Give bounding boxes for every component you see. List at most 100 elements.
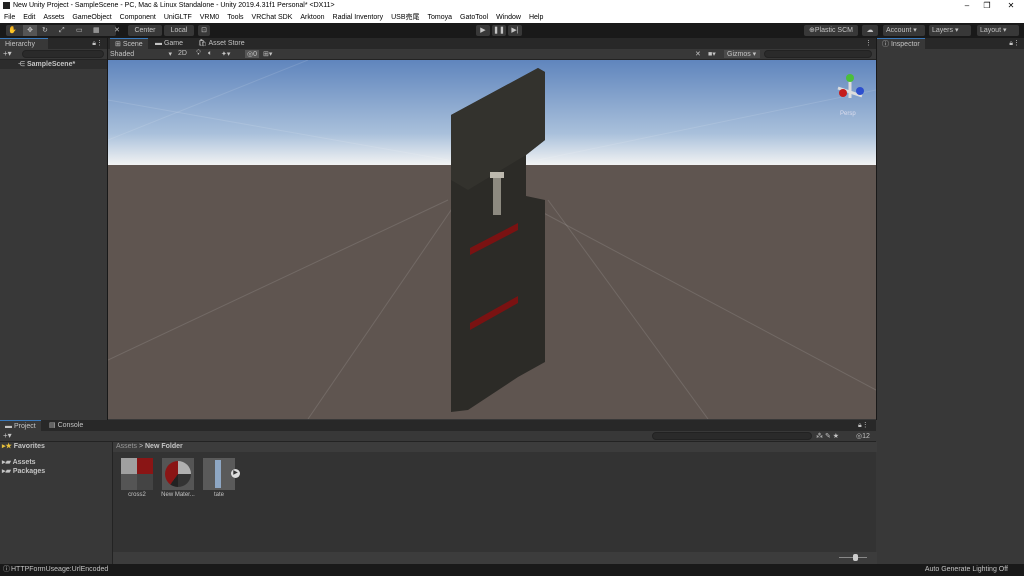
hidden-objects-toggle[interactable]: ◎0 [245, 50, 260, 58]
account-label: Account [886, 27, 912, 34]
hierarchy-item-samplescene[interactable]: ⋲ SampleScene* [0, 60, 107, 69]
scene-panel: ⊞ Scene ▬ Game 🛍︎ Asset Store ⋮ Shaded ▾ … [108, 38, 876, 420]
menu-assets[interactable]: Assets [43, 12, 64, 23]
window-title: New Unity Project - SampleScene - PC, Ma… [13, 2, 335, 9]
transform-tools: ✋ ✥ ↻ ⤢ ▭ ▦ [6, 25, 116, 36]
tab-inspector-label: Inspector [890, 41, 920, 48]
menu-gameobject[interactable]: GameObject [72, 12, 111, 23]
menu-radial-inventory[interactable]: Radial Inventory [333, 12, 384, 23]
tab-console[interactable]: ▤ Console [44, 420, 88, 431]
asset-item[interactable]: New Mater... [161, 458, 195, 498]
tab-game-label: Game [163, 40, 184, 47]
asset-item[interactable]: tate [203, 458, 235, 498]
scene-viewport[interactable]: Persp [108, 60, 876, 419]
tab-asset-store[interactable]: 🛍︎ Asset Store [193, 38, 250, 49]
scene-search-input[interactable] [764, 50, 872, 58]
tree-favorites[interactable]: ▸★ Favorites [2, 442, 110, 452]
asset-item[interactable]: cross2 [121, 458, 153, 498]
transform-tool-icon[interactable]: ▦ [93, 25, 100, 36]
menu-tomoya[interactable]: Tomoya [428, 12, 453, 23]
shading-mode-dropdown[interactable]: Shaded ▾ [110, 50, 172, 59]
2d-toggle[interactable]: 2D [178, 50, 187, 57]
hand-tool-icon[interactable]: ✋ [8, 25, 17, 36]
pause-button[interactable]: ❚❚ [492, 25, 506, 36]
layers-dropdown[interactable]: Layers ▾ [929, 25, 971, 36]
rect-tool-icon[interactable]: ▭ [76, 25, 83, 36]
plastic-scm-button[interactable]: ⊕Plastic SCM [804, 25, 858, 36]
menu-unigltf[interactable]: UniGLTF [164, 12, 192, 23]
menu-arktoon[interactable]: Arktoon [300, 12, 324, 23]
status-message[interactable]: HTTPFormUseage:UrlEncoded [11, 564, 108, 576]
filter-type-icon[interactable]: ⁂ ✎ ★ [816, 432, 839, 440]
menu-tools[interactable]: Tools [227, 12, 243, 23]
lighting-status[interactable]: Auto Generate Lighting Off [925, 564, 1008, 576]
projection-label[interactable]: Persp [840, 111, 856, 117]
close-button[interactable]: ✕ [1001, 0, 1021, 12]
expand-icon[interactable]: ▶ [231, 469, 240, 478]
tab-hierarchy[interactable]: Hierarchy [0, 38, 48, 49]
breadcrumb: Assets > New Folder [113, 442, 877, 452]
tree-packages[interactable]: ▸▰ Packages [2, 467, 110, 476]
create-button[interactable]: +▾ [3, 49, 12, 58]
tab-asset-store-label: Asset Store [208, 40, 245, 47]
tab-inspector[interactable]: ⓘ Inspector [877, 38, 925, 49]
package-count: 12 [862, 433, 870, 440]
project-create-button[interactable]: +▾ [3, 431, 12, 440]
layout-label: Layout [980, 27, 1002, 34]
menu-bar: File Edit Assets GameObject Component Un… [0, 12, 1024, 23]
project-lock-icon[interactable]: 🔒︎⋮ [858, 421, 869, 430]
status-bar: ⓘ HTTPFormUseage:UrlEncoded Auto Generat… [0, 564, 1024, 576]
tools-icon[interactable]: ✕ [695, 50, 701, 58]
menu-gatotool[interactable]: GatoTool [460, 12, 488, 23]
grid-icon[interactable]: ⊞▾ [263, 50, 272, 58]
camera-icon[interactable]: ■▾ [708, 50, 716, 58]
move-tool-icon[interactable]: ✥ [23, 25, 37, 36]
menu-vrm0[interactable]: VRM0 [200, 12, 219, 23]
inspector-lock-icon[interactable]: 🔒︎⋮ [1009, 39, 1020, 48]
gizmos-dropdown[interactable]: Gizmos ▾ [724, 50, 760, 58]
asset-name: New Mater... [161, 492, 195, 498]
tab-project[interactable]: ▬ Project [0, 420, 41, 431]
hidden-packages-toggle[interactable]: ◎12 [856, 432, 870, 440]
menu-window[interactable]: Window [496, 12, 521, 23]
custom-tool-icon[interactable]: ✕ [110, 25, 124, 36]
more-icon[interactable]: ⋮ [865, 39, 872, 47]
3d-object[interactable] [451, 68, 545, 412]
pivot-center-button[interactable]: Center [128, 25, 162, 36]
tree-assets[interactable]: ▸▰ Assets [2, 458, 110, 467]
scale-tool-icon[interactable]: ⤢ [59, 25, 65, 36]
hierarchy-panel: Hierarchy 🔒︎⋮ +▾ ⋲ SampleScene* [0, 38, 107, 420]
breadcrumb-new-folder[interactable]: New Folder [145, 443, 183, 450]
menu-edit[interactable]: Edit [23, 12, 35, 23]
account-dropdown[interactable]: Account ▾ [883, 25, 925, 36]
grid-snap-icon[interactable]: ⊡ [198, 25, 210, 36]
rotate-tool-icon[interactable]: ↻ [42, 25, 48, 36]
step-button[interactable]: ▶| [508, 25, 522, 36]
menu-vrchat-sdk[interactable]: VRChat SDK [252, 12, 293, 23]
tab-scene[interactable]: ⊞ Scene [110, 38, 148, 49]
unity-icon [3, 2, 10, 9]
material-thumbnail [162, 458, 194, 490]
menu-help[interactable]: Help [529, 12, 543, 23]
slider-handle[interactable] [853, 554, 858, 561]
menu-file[interactable]: File [4, 12, 15, 23]
menu-usb[interactable]: USB売尾 [391, 12, 419, 23]
layout-dropdown[interactable]: Layout ▾ [977, 25, 1019, 36]
pivot-local-button[interactable]: Local [164, 25, 194, 36]
breadcrumb-assets[interactable]: Assets [116, 443, 137, 450]
lock-icon[interactable]: 🔒︎⋮ [92, 39, 103, 48]
asset-name: cross2 [128, 492, 146, 498]
inspector-panel: ⓘ Inspector 🔒︎⋮ [877, 38, 1024, 420]
cloud-icon[interactable]: ☁ [862, 25, 878, 36]
tab-game[interactable]: ▬ Game [150, 38, 188, 49]
lighting-icon[interactable]: 💡︎ [196, 50, 201, 58]
audio-icon[interactable]: 🔈︎ [208, 50, 212, 58]
packages-label: Packages [12, 468, 46, 475]
project-search-input[interactable] [652, 432, 812, 440]
restore-button[interactable]: ❐ [977, 0, 997, 12]
effects-icon[interactable]: ✦▾ [221, 50, 230, 58]
minimize-button[interactable]: – [957, 0, 977, 12]
hierarchy-search-input[interactable] [22, 50, 104, 58]
play-button[interactable]: ▶ [476, 25, 490, 36]
menu-component[interactable]: Component [120, 12, 156, 23]
